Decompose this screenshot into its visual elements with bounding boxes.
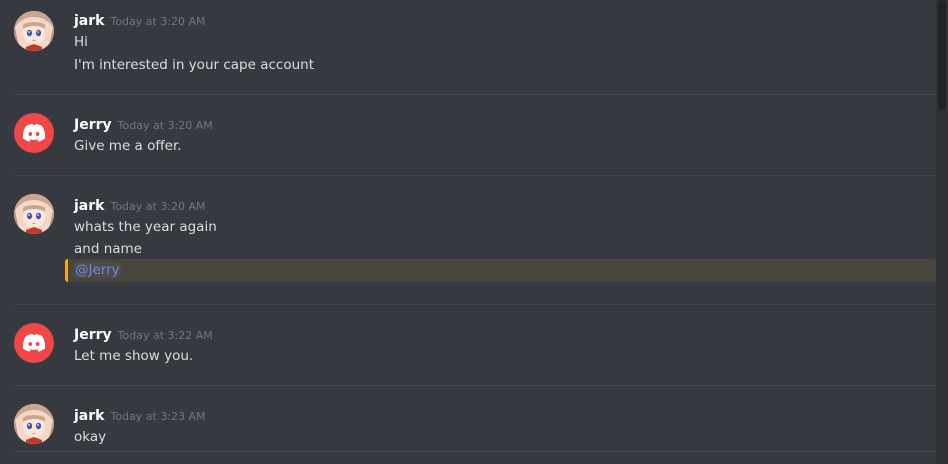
username[interactable]: jark — [74, 198, 104, 214]
message-text: okay — [74, 429, 107, 445]
message-text: I'm interested in your cape account — [74, 57, 314, 73]
user-avatar[interactable] — [14, 11, 54, 51]
mention-highlight: @Jerry — [65, 259, 936, 282]
discord-logo-icon — [22, 334, 46, 352]
message-text: Hi — [74, 34, 88, 50]
message-header: jark Today at 3:23 AM — [74, 405, 206, 425]
scrollbar-track[interactable] — [936, 0, 948, 464]
user-avatar[interactable] — [14, 194, 54, 234]
scrollbar-thumb[interactable] — [938, 0, 946, 110]
message-text: Give me a offer. — [74, 138, 182, 154]
anime-girl-avatar-icon — [14, 404, 54, 444]
timestamp: Today at 3:20 AM — [117, 119, 213, 132]
timestamp: Today at 3:20 AM — [110, 15, 206, 28]
timestamp: Today at 3:23 AM — [110, 410, 206, 423]
message-divider — [14, 304, 936, 305]
message-divider — [14, 385, 936, 386]
message-header: Jerry Today at 3:22 AM — [74, 324, 213, 344]
user-avatar[interactable] — [14, 323, 54, 363]
message-header: jark Today at 3:20 AM — [74, 10, 206, 30]
chat-messages: jark Today at 3:20 AM Hi I'm interested i… — [0, 0, 936, 464]
timestamp: Today at 3:20 AM — [110, 200, 206, 213]
message-text: Let me show you. — [74, 348, 194, 364]
message-text: whats the year again — [74, 219, 217, 235]
user-avatar[interactable] — [14, 113, 54, 153]
message-divider — [14, 94, 936, 95]
message-divider — [14, 451, 936, 452]
username[interactable]: Jerry — [74, 117, 112, 133]
message-header: Jerry Today at 3:20 AM — [74, 114, 213, 134]
username[interactable]: jark — [74, 13, 104, 29]
username[interactable]: Jerry — [74, 327, 112, 343]
message-divider — [14, 175, 936, 176]
anime-girl-avatar-icon — [14, 11, 54, 51]
mention-bar — [65, 259, 68, 282]
user-avatar[interactable] — [14, 404, 54, 444]
message-text: and name — [74, 241, 142, 257]
user-mention[interactable]: @Jerry — [74, 262, 121, 278]
anime-girl-avatar-icon — [14, 194, 54, 234]
message-header: jark Today at 3:20 AM — [74, 195, 206, 215]
timestamp: Today at 3:22 AM — [117, 329, 213, 342]
discord-logo-icon — [22, 124, 46, 142]
username[interactable]: jark — [74, 408, 104, 424]
